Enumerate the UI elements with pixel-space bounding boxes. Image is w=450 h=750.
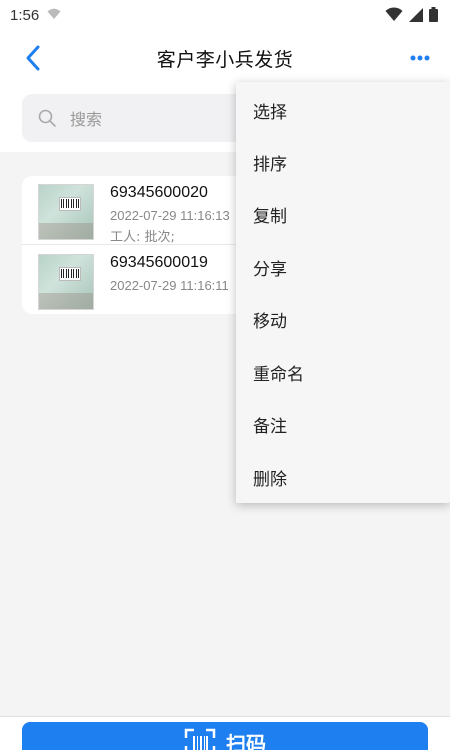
- item-time: 2022-07-29 11:16:11: [110, 278, 229, 293]
- item-thumbnail: [38, 254, 94, 310]
- menu-item-move[interactable]: 移动: [236, 293, 450, 345]
- item-note: 工人: 批次;: [110, 230, 175, 245]
- chevron-left-icon: [26, 45, 40, 71]
- item-thumbnail: [38, 184, 94, 240]
- wifi-question-icon: [47, 6, 61, 24]
- menu-item-copy[interactable]: 复制: [236, 188, 450, 240]
- more-horizontal-icon: [410, 55, 430, 61]
- battery-icon: [429, 7, 438, 26]
- menu-item-note[interactable]: 备注: [236, 398, 450, 450]
- status-time: 1:56: [10, 6, 40, 24]
- menu-item-sort[interactable]: 排序: [236, 136, 450, 188]
- item-time: 2022-07-29 11:16:13: [110, 208, 230, 223]
- options-menu: 选择 排序 复制 分享 移动 重命名 备注 删除: [236, 82, 450, 503]
- menu-item-delete[interactable]: 删除: [236, 451, 450, 503]
- search-icon: [38, 109, 56, 127]
- menu-item-select[interactable]: 选择: [236, 84, 450, 136]
- item-code: 69345600019: [110, 254, 208, 271]
- status-icons: [385, 7, 438, 26]
- wifi-icon: [385, 7, 403, 26]
- barcode-scan-icon: [184, 728, 216, 750]
- scan-button[interactable]: 扫码: [22, 722, 428, 750]
- back-button[interactable]: [18, 42, 48, 74]
- scan-label: 扫码: [226, 732, 266, 750]
- more-options-button[interactable]: [406, 44, 434, 72]
- menu-item-rename[interactable]: 重命名: [236, 346, 450, 398]
- status-bar: 1:56: [0, 0, 450, 30]
- item-code: 69345600020: [110, 184, 208, 201]
- app-header: 客户李小兵发货: [0, 30, 450, 86]
- cellular-signal-icon: [409, 7, 423, 26]
- menu-item-share[interactable]: 分享: [236, 241, 450, 293]
- page-title: 客户李小兵发货: [156, 48, 294, 71]
- search-placeholder: 搜索: [70, 110, 103, 129]
